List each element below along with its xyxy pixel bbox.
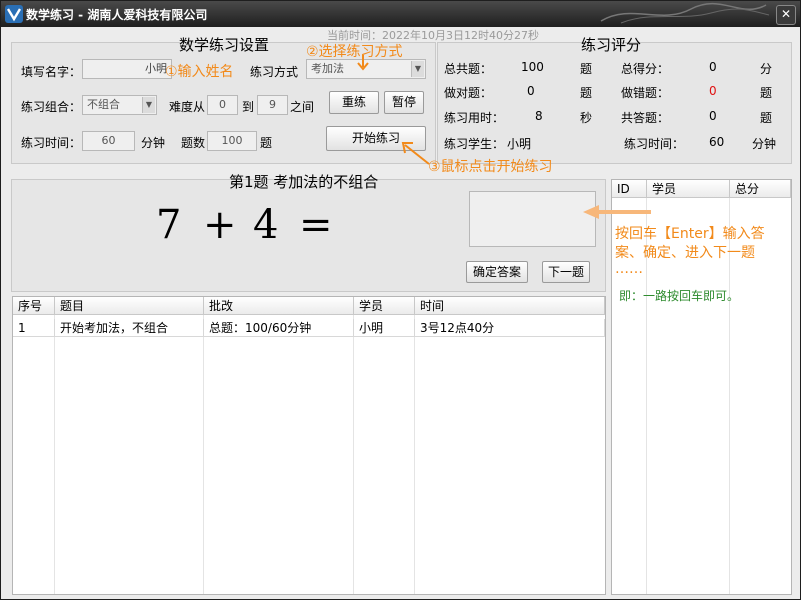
column-divider [353,315,354,594]
correct-label: 做对题： [444,86,493,100]
diff-to-field[interactable]: 9 [257,95,288,115]
arrow-left-icon [583,205,651,219]
row-index: 1 [13,319,55,337]
combo-label: 练习组合： [21,100,82,114]
answered-value: 0 [709,109,717,123]
name-label: 填写名字： [21,65,82,79]
operand-a: 7 [156,202,182,248]
annotation-start-practice: ③鼠标点击开始练习 [428,159,553,175]
diff-end-label: 之间 [290,100,315,114]
pause-button[interactable]: 暂停 [384,91,424,114]
window-title: 数学练习 - 湖南人爱科技有限公司 [26,8,208,22]
row-question: 开始考加法，不组合 [55,319,204,337]
time-label: 练习时间： [21,136,82,150]
arrow-down-icon [357,55,369,71]
row-time: 3号12点40分 [415,319,605,337]
ptime-value: 60 [709,135,725,149]
name-field[interactable]: 小明 [82,59,172,79]
records-table[interactable]: 序号 题目 批改 学员 时间 1 开始考加法，不组合 总题：100/60分钟 小… [12,296,606,595]
student-value: 小明 [507,137,532,151]
next-question-button[interactable]: 下一题 [542,261,590,283]
records-header-time[interactable]: 时间 [415,297,605,315]
chevron-down-icon[interactable]: ▼ [142,97,155,113]
wrong-unit: 题 [760,86,773,100]
ptime-unit: 分钟 [752,137,777,151]
question-panel: 第1题 考加法的不组合 7 + 4 = 确定答案 下一题 [11,173,606,292]
ptime-label: 练习时间： [624,137,685,151]
difficulty-label: 难度从 [169,100,206,114]
diff-to-label: 到 [242,100,255,114]
score-label: 总得分： [621,62,670,76]
question-title: 第1题 考加法的不组合 [229,173,379,191]
score-title: 练习评分 [581,36,642,54]
answer-field[interactable] [469,191,596,247]
annotation-choose-method: ②选择练习方式 [306,44,403,60]
operator: + [203,202,237,248]
ranking-header-total[interactable]: 总分 [730,180,791,198]
wrong-value: 0 [709,84,717,98]
time-unit: 分钟 [141,136,166,150]
total-unit: 题 [580,62,593,76]
title-ornament-icon [600,2,770,24]
wrong-label: 做错题： [621,86,670,100]
annotation-enter-line1: 按回车【Enter】输入答 [615,226,765,242]
combo-select[interactable]: 不组合 ▼ [82,95,157,115]
close-button[interactable]: ✕ [776,5,796,25]
ranking-header-id[interactable]: ID [612,180,647,198]
used-label: 练习用时： [444,111,505,125]
diff-from-field[interactable]: 0 [207,95,238,115]
app-window: 数学练习 - 湖南人爱科技有限公司 ✕ 当前时间：2022年10月3日12时40… [0,0,801,600]
records-header-student[interactable]: 学员 [354,297,415,315]
correct-value: 0 [527,84,535,98]
combo-select-value: 不组合 [87,98,120,111]
annotation-enter-name: ①输入姓名 [165,64,234,80]
used-value: 8 [535,109,543,123]
total-label: 总共题： [444,62,493,76]
ranking-header-student[interactable]: 学员 [647,180,730,198]
correct-unit: 题 [580,86,593,100]
row-grading: 总题：100/60分钟 [204,319,354,337]
records-header-grading[interactable]: 批改 [204,297,354,315]
annotation-enter-line2: 案、确定、进入下一题 [615,245,755,261]
app-logo-icon [5,5,23,23]
row-student: 小明 [354,319,415,337]
title-bar: 数学练习 - 湖南人爱科技有限公司 ✕ [1,1,800,27]
settings-title: 数学练习设置 [179,36,270,54]
annotation-enter-line3: …… [615,261,643,277]
used-unit: 秒 [580,111,593,125]
answered-label: 共答题： [621,111,670,125]
count-field[interactable]: 100 [207,131,257,151]
confirm-answer-button[interactable]: 确定答案 [466,261,528,283]
column-divider [54,315,55,594]
count-unit: 题 [260,136,273,150]
score-panel: 练习评分 总共题： 100 题 总得分： 0 分 做对题： 0 题 做错题： 0… [437,36,792,164]
score-unit: 分 [760,62,773,76]
score-value: 0 [709,60,717,74]
column-divider [414,315,415,594]
count-label: 题数 [181,136,206,150]
records-header-index[interactable]: 序号 [13,297,55,315]
equals-sign: = [299,202,333,248]
answered-unit: 题 [760,111,773,125]
records-header-question[interactable]: 题目 [55,297,204,315]
student-label: 练习学生： [444,137,505,151]
chevron-down-icon[interactable]: ▼ [411,61,424,77]
total-value: 100 [521,60,544,74]
time-field[interactable]: 60 [82,131,135,151]
annotation-hint: 即：一路按回车即可。 [619,289,740,303]
arrow-diagonal-icon [401,142,430,165]
operand-b: 4 [253,202,279,248]
method-label: 练习方式 [250,65,299,79]
column-divider [203,315,204,594]
method-select-value: 考加法 [311,62,344,75]
reset-button[interactable]: 重练 [329,91,379,114]
